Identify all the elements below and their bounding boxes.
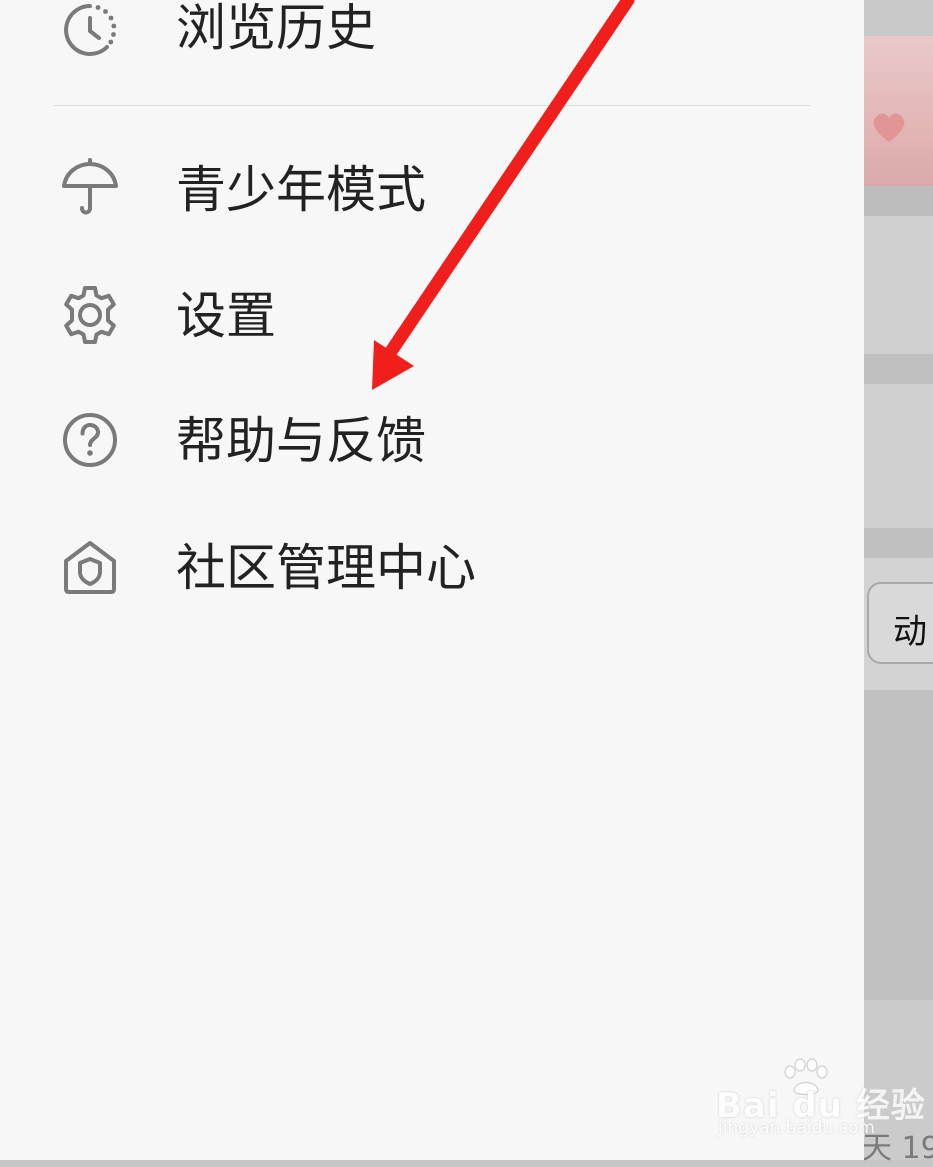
side-drawer: 浏览历史 青少年模式 设置 帮助与反馈 社区管理中心 bbox=[0, 0, 864, 1160]
gear-icon bbox=[64, 286, 116, 344]
background-strip bbox=[864, 384, 933, 528]
heart-icon bbox=[873, 113, 905, 142]
background-content: 动 天 19 bbox=[862, 0, 933, 1166]
menu-item-teen-mode[interactable]: 青少年模式 bbox=[0, 134, 864, 244]
menu-item-label: 社区管理中心 bbox=[176, 539, 476, 597]
menu-item-history[interactable]: 浏览历史 bbox=[0, 0, 864, 84]
background-strip bbox=[864, 0, 933, 36]
shield-house-icon bbox=[64, 541, 116, 594]
background-strip bbox=[864, 528, 933, 558]
watermark-url: jingyan.baidu.com bbox=[718, 1118, 875, 1138]
background-strip bbox=[864, 690, 933, 1000]
menu-item-settings[interactable]: 设置 bbox=[0, 260, 864, 370]
menu-item-label: 青少年模式 bbox=[176, 161, 426, 219]
question-circle-icon bbox=[63, 413, 117, 467]
clock-history-icon bbox=[64, 4, 117, 56]
background-strip bbox=[864, 216, 933, 354]
background-strip bbox=[864, 186, 933, 216]
menu-item-label: 浏览历史 bbox=[176, 0, 376, 57]
baidu-jingyan-watermark: Bai du 经验 jingyan.baidu.com bbox=[716, 1058, 925, 1144]
background-tab-pill: 动 bbox=[867, 582, 933, 664]
umbrella-icon bbox=[62, 158, 118, 215]
menu-item-label: 帮助与反馈 bbox=[176, 412, 426, 470]
background-pill-text: 动 bbox=[893, 612, 927, 652]
menu-item-label: 设置 bbox=[176, 287, 276, 345]
background-strip bbox=[864, 354, 933, 384]
menu-item-community[interactable]: 社区管理中心 bbox=[0, 512, 864, 622]
divider bbox=[54, 105, 810, 106]
menu-item-help[interactable]: 帮助与反馈 bbox=[0, 386, 864, 496]
